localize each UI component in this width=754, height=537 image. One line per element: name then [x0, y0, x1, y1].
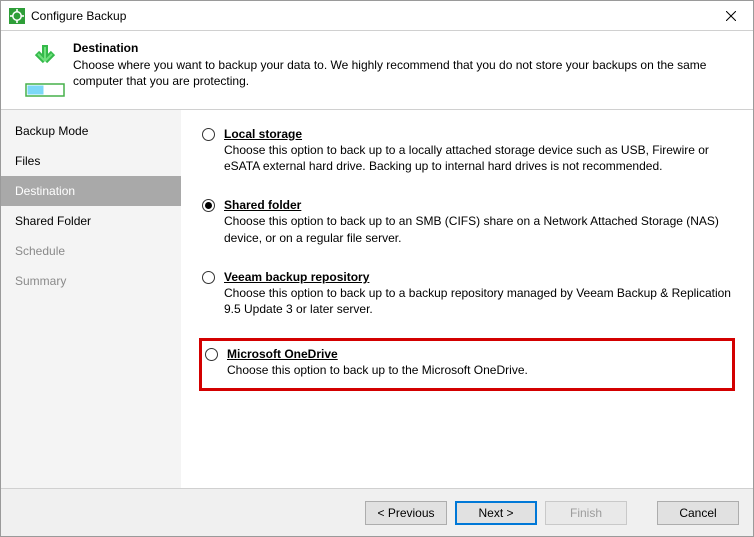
option-description: Choose this option to back up to the Mic…: [227, 362, 729, 378]
sidebar-item-destination[interactable]: Destination: [1, 176, 181, 206]
header-description: Choose where you want to backup your dat…: [73, 57, 737, 89]
titlebar: Configure Backup: [1, 1, 753, 31]
option-title: Microsoft OneDrive: [227, 347, 729, 361]
destination-option-veeam-backup-repository[interactable]: Veeam backup repositoryChoose this optio…: [199, 267, 735, 320]
sidebar-item-shared-folder[interactable]: Shared Folder: [1, 206, 181, 236]
close-icon: [726, 11, 736, 21]
wizard-body: Backup ModeFilesDestinationShared Folder…: [1, 110, 753, 488]
wizard-header: Destination Choose where you want to bac…: [1, 31, 753, 110]
close-button[interactable]: [708, 1, 753, 31]
sidebar-item-files[interactable]: Files: [1, 146, 181, 176]
option-title: Shared folder: [224, 198, 732, 212]
radio-button[interactable]: [205, 348, 218, 361]
cancel-button[interactable]: Cancel: [657, 501, 739, 525]
wizard-content: Local storageChoose this option to back …: [181, 110, 753, 488]
finish-button: Finish: [545, 501, 627, 525]
previous-button[interactable]: < Previous: [365, 501, 447, 525]
sidebar-item-backup-mode[interactable]: Backup Mode: [1, 116, 181, 146]
sidebar-item-schedule[interactable]: Schedule: [1, 236, 181, 266]
wizard-sidebar: Backup ModeFilesDestinationShared Folder…: [1, 110, 181, 488]
destination-option-shared-folder[interactable]: Shared folderChoose this option to back …: [199, 195, 735, 248]
configure-backup-window: Configure Backup Destination Choose wher…: [0, 0, 754, 537]
radio-button[interactable]: [202, 128, 215, 141]
option-description: Choose this option to back up to a local…: [224, 142, 732, 174]
next-button[interactable]: Next >: [455, 501, 537, 525]
option-title: Local storage: [224, 127, 732, 141]
option-description: Choose this option to back up to a backu…: [224, 285, 732, 317]
header-title: Destination: [73, 41, 737, 55]
app-icon: [9, 8, 25, 24]
header-icon: [17, 41, 73, 97]
destination-option-microsoft-onedrive[interactable]: Microsoft OneDriveChoose this option to …: [199, 338, 735, 391]
radio-button[interactable]: [202, 271, 215, 284]
option-title: Veeam backup repository: [224, 270, 732, 284]
radio-button[interactable]: [202, 199, 215, 212]
wizard-footer: < Previous Next > Finish Cancel: [1, 488, 753, 536]
option-description: Choose this option to back up to an SMB …: [224, 213, 732, 245]
window-title: Configure Backup: [31, 9, 708, 23]
sidebar-item-summary[interactable]: Summary: [1, 266, 181, 296]
destination-option-local-storage[interactable]: Local storageChoose this option to back …: [199, 124, 735, 177]
